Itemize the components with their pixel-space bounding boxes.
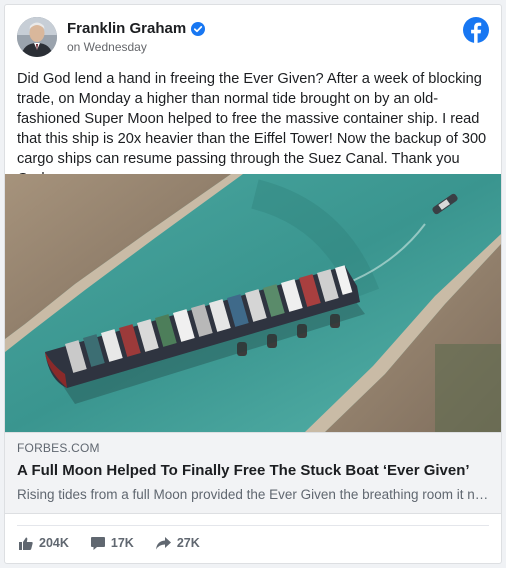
post-header: Franklin Graham on Wednesday — [17, 17, 489, 59]
shares-count[interactable]: 27K — [155, 536, 200, 550]
link-domain: FORBES.COM — [17, 441, 100, 455]
avatar-image — [17, 17, 57, 57]
link-description: Rising tides from a full Moon provided t… — [17, 487, 489, 502]
likes-count[interactable]: 204K — [19, 536, 69, 550]
avatar[interactable] — [17, 17, 57, 57]
shares-value: 27K — [176, 536, 200, 550]
comment-icon — [90, 536, 105, 550]
comments-count[interactable]: 17K — [90, 536, 134, 550]
verified-badge-icon — [191, 21, 206, 36]
engagement-stats: 204K 17K 27K — [19, 536, 200, 550]
footer-divider — [17, 525, 489, 526]
ship-aerial-image — [5, 174, 501, 432]
post-image[interactable] — [5, 174, 501, 432]
link-preview[interactable]: FORBES.COM A Full Moon Helped To Finally… — [5, 432, 501, 514]
facebook-logo-icon[interactable] — [463, 17, 489, 43]
post-card: Franklin Graham on Wednesday Did God len… — [4, 4, 502, 564]
author-row: Franklin Graham — [67, 20, 206, 37]
link-title[interactable]: A Full Moon Helped To Finally Free The S… — [17, 462, 489, 479]
comments-value: 17K — [110, 536, 134, 550]
thumbs-up-icon — [19, 537, 33, 550]
author-name[interactable]: Franklin Graham — [67, 20, 186, 37]
post-text: Did God lend a hand in freeing the Ever … — [17, 71, 487, 187]
post-timestamp[interactable]: on Wednesday — [67, 40, 147, 54]
likes-value: 204K — [39, 536, 69, 550]
share-arrow-icon — [155, 536, 171, 550]
